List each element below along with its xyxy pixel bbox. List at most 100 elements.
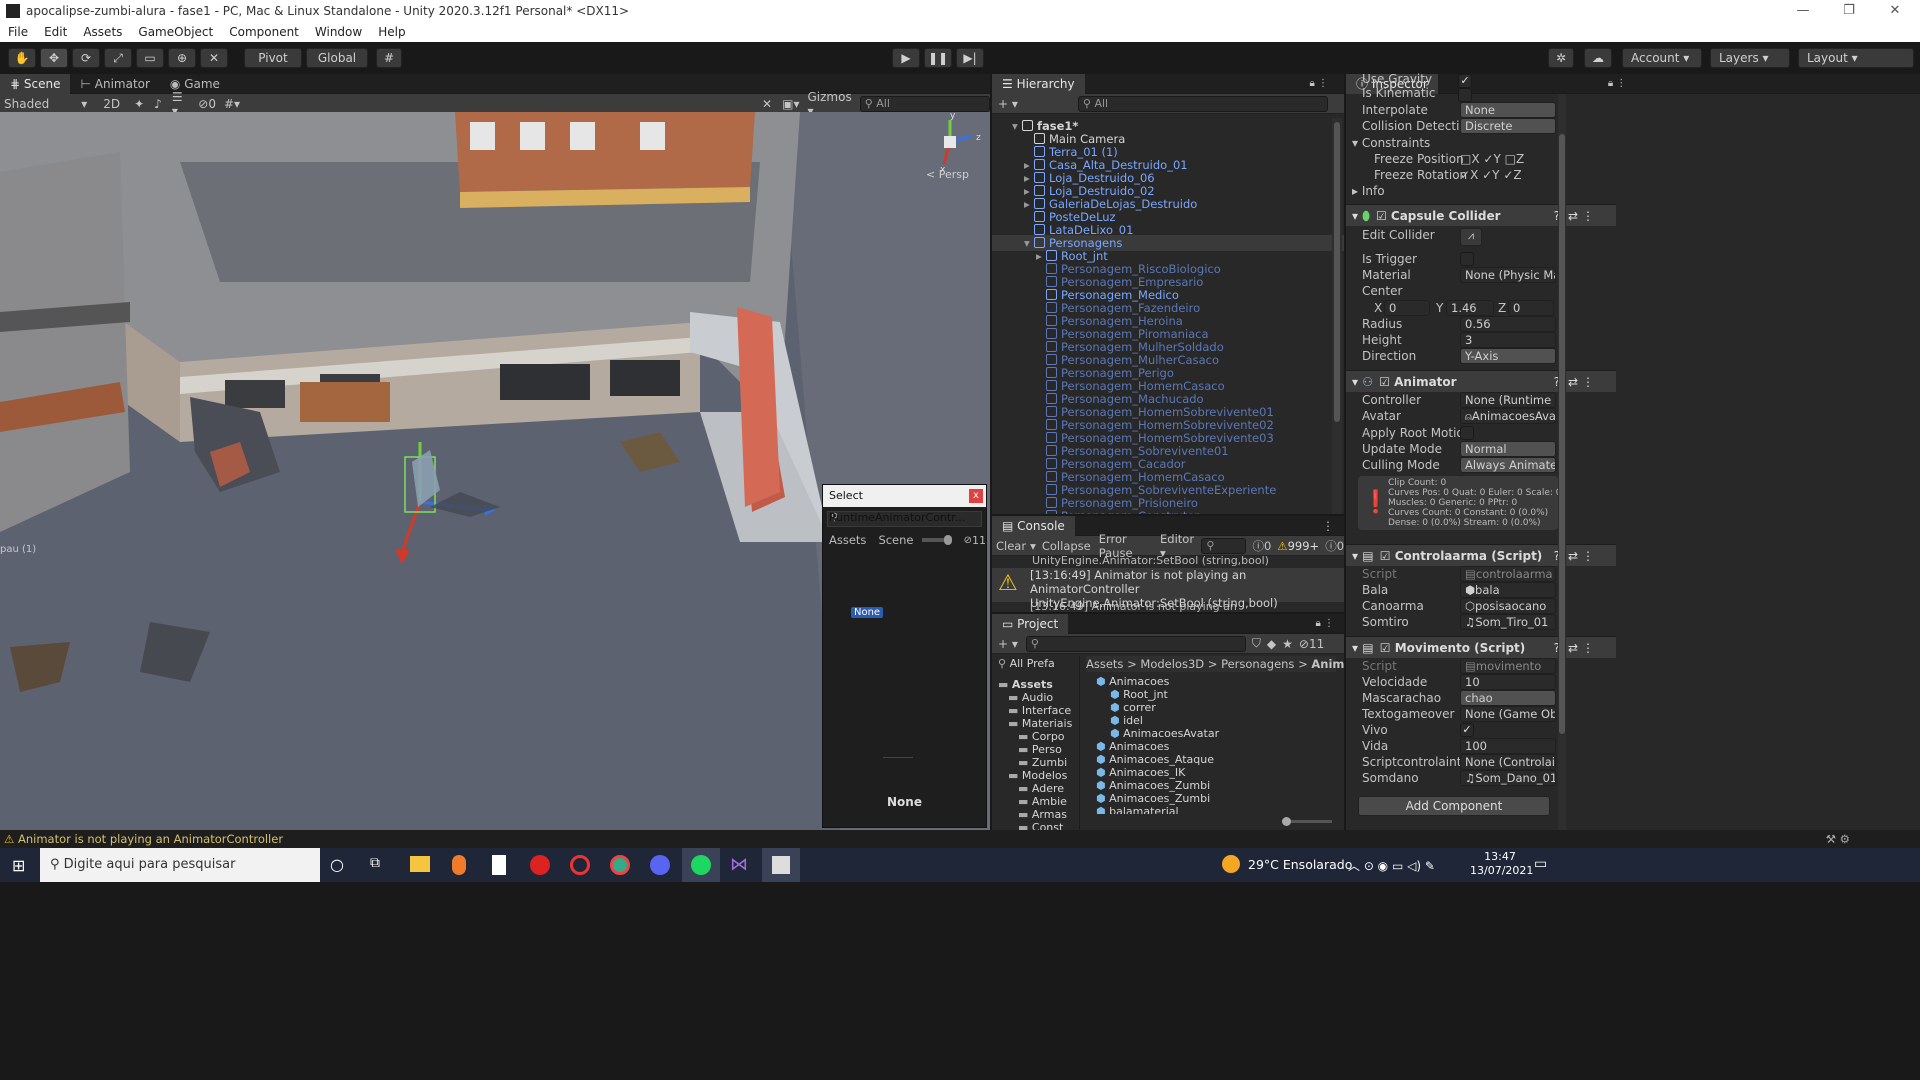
opera-icon[interactable] [570, 855, 590, 875]
center-x-field[interactable]: 0 [1384, 300, 1430, 316]
inspector-lock-icon[interactable]: 🔒︎ ⋮ [1608, 78, 1627, 89]
hierarchy-search-input[interactable]: ⚲ All [1077, 95, 1328, 112]
radius-field[interactable]: 0.56 [1460, 316, 1556, 332]
lock-icon[interactable]: 🔒︎ ⋮ [1310, 78, 1329, 89]
popup-size-slider[interactable] [921, 535, 952, 545]
capsule-menu-icon[interactable]: ⋮ [1582, 205, 1594, 227]
visual-studio-icon[interactable]: ⋈ [730, 855, 750, 875]
console-clear-button[interactable]: Clear [996, 539, 1026, 553]
center-y-field[interactable]: 1.46 [1446, 300, 1494, 316]
account-dropdown[interactable]: Account ▾ [1622, 48, 1702, 68]
breadcrumb-personagens[interactable]: Personagens [1221, 657, 1294, 671]
grid-icon[interactable]: #▾ [224, 97, 240, 111]
breadcrumb-animacoes[interactable]: Animacoes [1311, 657, 1344, 671]
velocidade-field[interactable]: 10 [1460, 674, 1556, 690]
hidden-objects-icon[interactable]: ⊘ [198, 97, 208, 111]
scriptcontrol-field[interactable]: None (Controlain [1460, 754, 1556, 770]
close-button[interactable]: ✕ [1872, 0, 1918, 22]
controlaarma-fold-icon[interactable]: ▾ [1352, 549, 1358, 563]
scale-tool-icon[interactable]: ⤢ [104, 48, 132, 68]
status-bar[interactable]: ⚠ Animator is not playing an AnimatorCon… [0, 830, 1920, 848]
cloud-icon[interactable]: ☁ [1584, 48, 1612, 68]
console-menu-icon[interactable]: ⋮ [1322, 519, 1334, 533]
global-toggle[interactable]: Global [306, 48, 368, 68]
direction-dropdown[interactable]: Y-Axis [1460, 348, 1556, 364]
layout-dropdown[interactable]: Layout ▾ [1798, 48, 1914, 68]
toggle-2d[interactable]: 2D [103, 97, 120, 111]
file-explorer-icon[interactable] [410, 856, 430, 872]
custom-tool-icon[interactable]: ✕ [200, 48, 228, 68]
popup-tab-scene[interactable]: Scene [878, 533, 913, 547]
console-collapse-button[interactable]: Collapse [1042, 539, 1091, 553]
play-button[interactable]: ▶ [892, 48, 920, 68]
step-button[interactable]: ▶| [956, 48, 984, 68]
height-field[interactable]: 3 [1460, 332, 1556, 348]
console-error-toggle[interactable]: ⓘ0 [1325, 538, 1344, 554]
inspector-scrollbar[interactable] [1558, 94, 1566, 830]
controlaarma-preset-icon[interactable]: ⇄ [1568, 545, 1578, 567]
textogameover-field[interactable]: None (Game Obje [1460, 706, 1556, 722]
animator-header[interactable]: ▾ ⚇ ☑ Animator ? ⇄ ⋮ [1346, 370, 1616, 392]
project-zoom-slider[interactable] [1282, 817, 1332, 826]
menu-file[interactable]: File [0, 25, 36, 39]
discord-icon[interactable] [650, 855, 670, 875]
capsule-fold-icon[interactable]: ▾ [1352, 209, 1358, 223]
spotify-button[interactable] [682, 848, 720, 882]
status-progress-icon[interactable]: ⚒ ⚙ [1826, 830, 1850, 848]
project-hidden-icon[interactable]: ⊘ [1299, 637, 1309, 651]
menu-assets[interactable]: Assets [75, 25, 130, 39]
culling-mode-dropdown[interactable]: Always Animate [1460, 457, 1556, 473]
lighting-icon[interactable]: ✦ [134, 97, 144, 111]
movimento-header[interactable]: ▾ ▤ ☑ Movimento (Script) ? ⇄ ⋮ [1346, 636, 1616, 658]
tab-console[interactable]: ▤ Console [992, 516, 1075, 536]
clear-dropdown-icon[interactable]: ▾ [1030, 539, 1036, 553]
tab-animator[interactable]: ⊢ Animator [70, 74, 159, 94]
movimento-enable-checkbox[interactable]: ☑ [1380, 641, 1391, 655]
movimento-fold-icon[interactable]: ▾ [1352, 641, 1358, 655]
clock[interactable]: 13:47 13/07/2021 [1470, 850, 1533, 878]
project-folder[interactable]: ▬ Const [992, 820, 1080, 830]
vivo-checkbox[interactable]: ✓ [1460, 723, 1474, 737]
project-folder[interactable]: ⚲ All Prefa [992, 656, 1080, 672]
popup-tab-assets[interactable]: Assets [829, 533, 866, 547]
capsule-enable-checkbox[interactable]: ☑ [1376, 209, 1387, 223]
animator-fold-icon[interactable]: ▾ [1352, 375, 1358, 389]
controlaarma-enable-checkbox[interactable]: ☑ [1380, 549, 1391, 563]
pause-button[interactable]: ❚❚ [924, 48, 952, 68]
taskview-icon[interactable]: ⧉ [370, 855, 380, 871]
console-warn-toggle[interactable]: ⚠999+ [1277, 539, 1319, 553]
popup-close-icon[interactable]: x [969, 489, 983, 503]
maximize-button[interactable]: ❐ [1826, 0, 1872, 22]
center-z-field[interactable]: 0 [1508, 300, 1554, 316]
minimize-button[interactable]: — [1780, 0, 1826, 22]
popup-hidden-icon[interactable]: ⊘ [964, 535, 972, 546]
breadcrumb-modelos3d[interactable]: Modelos3D [1140, 657, 1204, 671]
is-trigger-checkbox[interactable] [1460, 252, 1474, 266]
animator-preset-icon[interactable]: ⇄ [1568, 371, 1578, 393]
tab-hierarchy[interactable]: ☰ Hierarchy [992, 74, 1085, 94]
audio-icon[interactable]: ♪ [154, 97, 162, 111]
menu-help[interactable]: Help [370, 25, 413, 39]
add-component-button[interactable]: Add Component [1358, 796, 1550, 816]
unity-taskbar-button[interactable] [762, 848, 800, 882]
tab-scene[interactable]: ⋕ Scene [0, 73, 71, 94]
project-star-icon[interactable]: ★ [1282, 637, 1293, 651]
vida-field[interactable]: 100 [1460, 738, 1556, 754]
animator-enable-checkbox[interactable]: ☑ [1379, 375, 1390, 389]
taskbar-search-input[interactable]: ⚲ Digite aqui para pesquisar [40, 848, 320, 882]
avatar-field[interactable]: ⍝AnimacoesAva [1460, 408, 1556, 424]
breadcrumb-assets[interactable]: Assets [1086, 657, 1123, 671]
capsule-collider-header[interactable]: ▾ ⬮ ☑ Capsule Collider ? ⇄ ⋮ [1346, 204, 1616, 226]
transform-tool-icon[interactable]: ⊕ [168, 48, 196, 68]
scene-search-input[interactable]: ⚲ All [859, 95, 990, 112]
tray-icons[interactable]: ︿ ⊙ ◉ ▭ ◁) ✎ [1348, 857, 1435, 874]
mascarachao-dropdown[interactable]: chao [1460, 690, 1556, 706]
grid-snap-icon[interactable]: # [376, 48, 402, 68]
menu-component[interactable]: Component [221, 25, 307, 39]
bala-field[interactable]: ⬢bala [1460, 582, 1556, 598]
popup-none-item[interactable]: None [851, 607, 884, 618]
movimento-preset-icon[interactable]: ⇄ [1568, 637, 1578, 659]
persp-label[interactable]: < Persp [926, 168, 969, 181]
somdano-field[interactable]: ♫Som_Dano_01 [1460, 770, 1556, 786]
edit-collider-button[interactable]: ⩘ [1460, 228, 1482, 246]
